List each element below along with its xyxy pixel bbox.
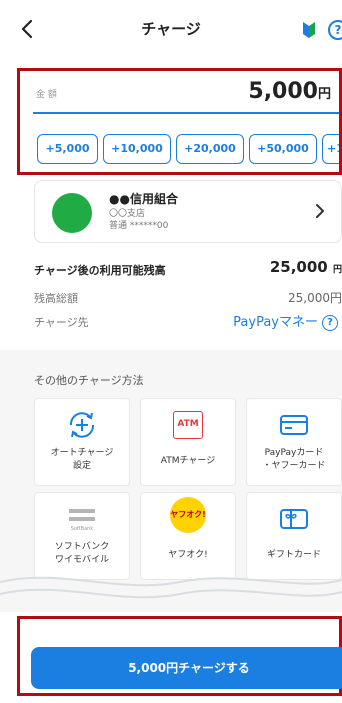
charge-button-frame: 5,000円チャージする: [17, 616, 342, 696]
available-balance-value: 25,000 円: [270, 258, 342, 276]
quick-add-10000-button[interactable]: +10,000: [103, 134, 171, 164]
quick-add-5000-button[interactable]: +5,000: [37, 134, 98, 164]
tile-label: ATMチャージ: [160, 456, 216, 466]
atm-icon: ATM: [173, 411, 203, 439]
tile-card-charge[interactable]: PayPayカード ・ヤフーカード: [246, 398, 342, 486]
bank-account-selector[interactable]: ●●信用組合 〇〇支店 普通 ******00: [34, 180, 342, 243]
card-icon: [280, 415, 308, 435]
charge-destination-name: PayPayマネー: [233, 315, 318, 330]
softbank-icon: [69, 508, 95, 521]
beginner-mark-icon[interactable]: [302, 21, 316, 39]
amount-number: 5,000: [248, 79, 318, 104]
help-icon[interactable]: ?: [328, 20, 342, 40]
available-balance-number: 25,000: [269, 258, 328, 276]
amount-input[interactable]: 5,000円: [248, 79, 331, 104]
tile-label: ギフトカード: [266, 550, 321, 560]
bank-logo: [52, 193, 92, 233]
yafuoku-icon: ヤフオク!: [170, 497, 206, 533]
help-icon[interactable]: ?: [322, 314, 338, 331]
app-header: チャージ ?: [0, 0, 342, 58]
tile-label: ヤフオク!: [168, 550, 208, 560]
quick-add-50000-button[interactable]: +50,000: [249, 134, 317, 164]
chevron-right-icon: [316, 204, 324, 218]
softbank-logo-text: SoftBank: [70, 525, 94, 532]
charge-destination-value[interactable]: PayPayマネー?: [233, 311, 338, 331]
auto-charge-icon: [69, 412, 95, 438]
bank-account-number: 普通 ******00: [109, 221, 169, 231]
amount-underline: [33, 112, 339, 114]
amount-unit: 円: [317, 87, 331, 102]
section-title: その他のチャージ方法: [34, 374, 144, 387]
charge-destination-label: チャージ先: [34, 316, 89, 329]
quick-add-more-button[interactable]: +1: [322, 134, 339, 164]
bank-name: ●●信用組合: [109, 192, 178, 206]
available-balance-label: チャージ後の利用可能残高: [34, 264, 166, 277]
page-title: チャージ: [141, 20, 201, 38]
tile-atm-charge[interactable]: ATM ATMチャージ: [140, 398, 236, 486]
tile-auto-charge[interactable]: オートチャージ 設定: [34, 398, 130, 486]
quick-amount-row: +5,000 +10,000 +20,000 +50,000 +1: [37, 134, 339, 164]
gift-card-icon: [280, 509, 308, 529]
tile-label: PayPayカード ・ヤフーカード: [262, 448, 326, 471]
charge-submit-button[interactable]: 5,000円チャージする: [31, 647, 342, 689]
tile-label: オートチャージ 設定: [50, 448, 114, 471]
total-balance-label: 残高総額: [34, 292, 78, 305]
amount-label: 金 額: [36, 90, 57, 100]
wave-separator: [0, 576, 342, 612]
quick-add-20000-button[interactable]: +20,000: [176, 134, 244, 164]
available-balance-unit: 円: [332, 265, 342, 275]
other-charge-methods: その他のチャージ方法 オートチャージ 設定 ATM ATMチャージ PayPay…: [0, 350, 342, 612]
total-balance-value: 25,000円: [288, 291, 342, 305]
amount-section: 金 額 5,000円 +5,000 +10,000 +20,000 +50,00…: [17, 68, 342, 175]
